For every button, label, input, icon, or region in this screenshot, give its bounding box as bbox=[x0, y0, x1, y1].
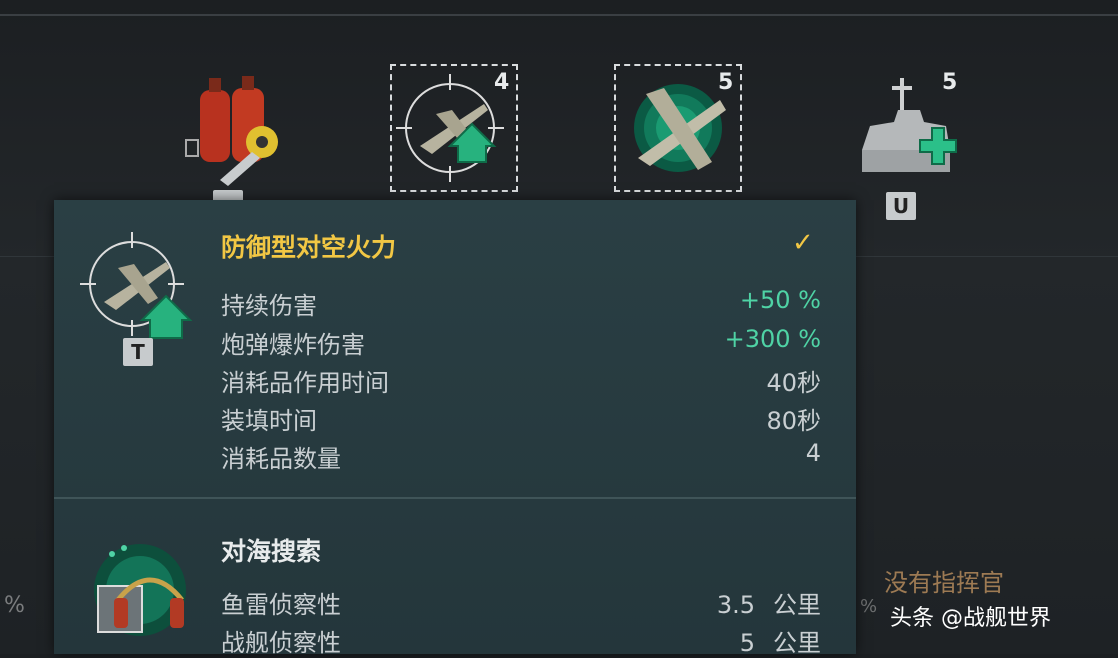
defensive-aa-count: 4 bbox=[494, 70, 510, 95]
stat-row: 消耗品数量 4 bbox=[221, 439, 821, 473]
selected-check-icon: ✓ bbox=[792, 228, 814, 258]
stat-row: 鱼雷侦察性 3.5 公里 bbox=[221, 591, 821, 619]
section2-title: 对海搜索 bbox=[221, 537, 322, 566]
left-percent-text: % bbox=[4, 593, 25, 618]
stat-row: 炮弹爆炸伤害 +300 % bbox=[221, 325, 821, 359]
no-commander-label: 没有指挥官 bbox=[884, 569, 1004, 597]
defensive-aa-icon bbox=[80, 232, 193, 339]
stat-row: 持续伤害 +50 % bbox=[221, 286, 821, 320]
repair-consumable-count: 5 bbox=[942, 70, 958, 95]
repair-party-icon bbox=[185, 76, 278, 186]
surveillance-radar-icon bbox=[94, 544, 186, 636]
stat-row: 战舰侦察性 5 公里 bbox=[221, 629, 821, 657]
watermark-text: 头条 @战舰世界 bbox=[890, 606, 1051, 631]
top-divider bbox=[0, 14, 1118, 16]
repair-consumable-slot[interactable] bbox=[850, 70, 978, 198]
section1-title: 防御型对空火力 bbox=[221, 233, 397, 262]
repair-consumable-hotkey: U bbox=[886, 192, 916, 220]
ship-repair-icon bbox=[862, 78, 957, 172]
stat-row: 消耗品作用时间 40秒 bbox=[221, 369, 821, 397]
tooltip-divider bbox=[54, 497, 856, 499]
right-percent-text: % bbox=[860, 596, 878, 617]
repair-party-slot[interactable] bbox=[180, 70, 308, 198]
stat-row: 装填时间 80秒 bbox=[221, 407, 821, 435]
section1-hotkey: T bbox=[123, 338, 153, 366]
catapult-fighter-count: 5 bbox=[718, 70, 734, 95]
